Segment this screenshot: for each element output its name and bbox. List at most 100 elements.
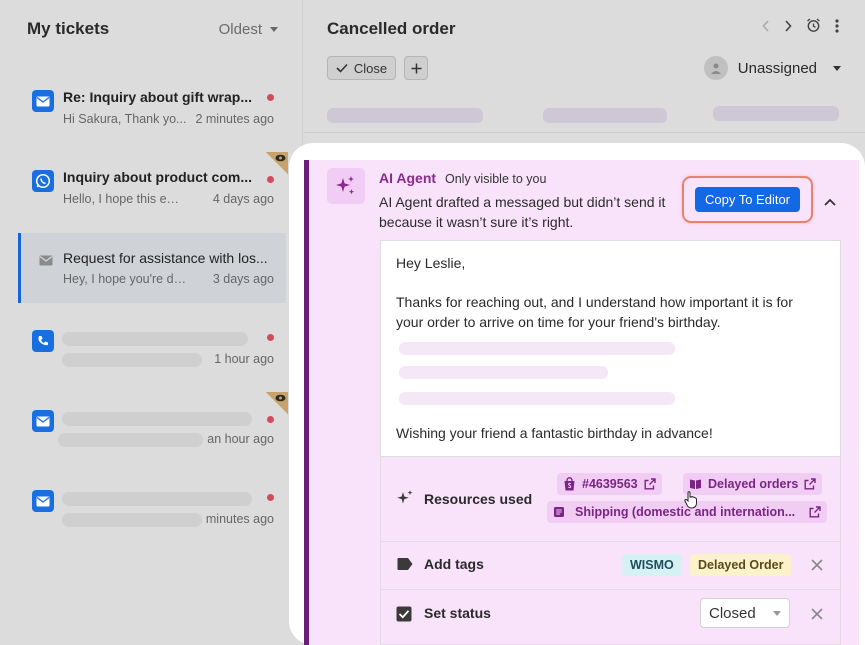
snooze-clock-icon[interactable]: [806, 18, 821, 38]
copy-to-editor-highlight: Copy To Editor: [682, 176, 813, 223]
resources-label: Resources used: [424, 491, 533, 507]
chevron-right-icon[interactable]: [784, 19, 792, 37]
ticket-time: minutes ago: [205, 512, 274, 526]
ticket-subject: Request for assistance with los...: [63, 250, 268, 266]
ticket-time: 2 minutes ago: [195, 112, 274, 126]
sparkle-icon: [396, 489, 414, 512]
external-link-icon: [644, 478, 656, 490]
unread-dot: [267, 416, 274, 423]
ai-actions-panel: Resources used #4639563 Delayed orders S…: [380, 456, 841, 645]
email-icon: [35, 249, 57, 271]
chevron-down-icon: [773, 610, 781, 616]
placeholder-line: [399, 392, 675, 405]
resources-row: Resources used #4639563 Delayed orders S…: [381, 457, 840, 541]
ticket-item[interactable]: Re: Inquiry about gift wrap... Hi Sakura…: [20, 80, 288, 152]
placeholder-bar: [543, 108, 667, 123]
phone-icon: [32, 330, 54, 352]
tag-icon: [396, 557, 414, 576]
tags-label: Add tags: [424, 556, 484, 572]
ticket-subject: Inquiry about product com...: [63, 169, 252, 185]
chevron-down-icon: [270, 26, 278, 32]
placeholder-preview: [62, 513, 202, 527]
ai-agent-panel: AI Agent Only visible to you AI Agent dr…: [304, 160, 859, 645]
ticket-sidebar: My tickets Oldest Re: Inquiry about gift…: [0, 0, 303, 645]
eye-icon: [266, 392, 288, 414]
external-link-icon: [809, 506, 821, 518]
ticket-item[interactable]: Inquiry about product com... Hello, I ho…: [20, 152, 288, 232]
ticket-time: 4 days ago: [212, 192, 274, 206]
draft-body: Thanks for reaching out, and I understan…: [396, 294, 793, 330]
status-label: Set status: [424, 605, 491, 621]
book-icon: [690, 479, 701, 489]
plus-icon: [411, 63, 421, 73]
placeholder-line: [399, 366, 608, 379]
ticket-preview: Hey, I hope you're doin...: [63, 272, 187, 286]
sort-label: Oldest: [218, 20, 262, 38]
draft-message: Hey Leslie, Thanks for reaching out, and…: [380, 240, 841, 456]
draft-greeting: Hey Leslie,: [396, 255, 466, 271]
unread-dot: [267, 94, 274, 101]
placeholder-bar: [713, 106, 839, 121]
close-icon[interactable]: [811, 558, 823, 576]
placeholder-subject: [62, 332, 248, 346]
ticket-item-active[interactable]: Request for assistance with los... Hey, …: [18, 233, 286, 303]
status-select[interactable]: Closed: [700, 598, 790, 628]
assignee-dropdown[interactable]: Unassigned: [703, 56, 841, 80]
visibility-note: Only visible to you: [445, 172, 547, 186]
ticket-item[interactable]: 1 hour ago: [20, 320, 288, 392]
checkbox-icon: [396, 606, 412, 627]
unread-dot: [267, 176, 274, 183]
ticket-time: an hour ago: [207, 432, 274, 446]
divider: [304, 132, 865, 133]
ticket-title: Cancelled order: [327, 19, 456, 38]
email-icon: [32, 490, 54, 512]
placeholder-subject: [62, 412, 252, 426]
ai-agent-card: AI Agent Only visible to you AI Agent dr…: [289, 143, 865, 645]
ticket-item[interactable]: an hour ago: [20, 392, 288, 472]
status-row: Set status Closed: [381, 590, 840, 644]
chevron-left-icon[interactable]: [762, 19, 770, 37]
shopify-bag-icon: [564, 477, 575, 491]
copy-to-editor-button[interactable]: Copy To Editor: [695, 187, 800, 212]
ai-avatar: [327, 168, 365, 204]
ticket-subject: Re: Inquiry about gift wrap...: [63, 89, 252, 105]
chevron-down-icon: [833, 65, 841, 71]
hand-cursor-icon: [684, 491, 698, 514]
check-icon: [336, 63, 348, 73]
placeholder-line: [399, 342, 675, 355]
avatar: [703, 56, 728, 80]
sidebar-header: My tickets Oldest: [27, 19, 278, 39]
ticket-time: 3 days ago: [212, 272, 274, 286]
placeholder-bar: [327, 108, 483, 123]
draft-closing: Wishing your friend a fantastic birthday…: [396, 425, 713, 441]
ai-agent-message: AI Agent drafted a messaged but didn’t s…: [379, 194, 666, 230]
document-icon: [554, 507, 564, 517]
header-actions: [762, 18, 839, 38]
add-button[interactable]: [404, 56, 428, 80]
whatsapp-icon: [32, 170, 54, 192]
resource-chip-order[interactable]: #4639563: [557, 473, 662, 495]
ticket-item[interactable]: minutes ago: [20, 480, 288, 552]
placeholder-preview: [58, 433, 203, 447]
sidebar-title: My tickets: [27, 19, 110, 38]
tag-delayed-order[interactable]: Delayed Order: [690, 554, 792, 576]
status-value: Closed: [709, 604, 756, 622]
chevron-up-icon[interactable]: [824, 193, 836, 211]
external-link-icon: [804, 478, 817, 490]
tags-row: Add tags WISMO Delayed Order: [381, 542, 840, 589]
ticket-preview: Hi Sakura, Thank yo...: [63, 112, 187, 126]
sort-dropdown[interactable]: Oldest: [219, 21, 278, 38]
close-ticket-button[interactable]: Close: [327, 56, 396, 80]
unread-dot: [267, 334, 274, 341]
placeholder-preview: [62, 353, 202, 367]
sparkle-icon: [336, 176, 355, 195]
resource-chip-article[interactable]: Delayed orders: [683, 473, 823, 495]
ai-agent-name: AI Agent: [379, 170, 437, 186]
eye-icon: [266, 152, 288, 174]
more-vertical-icon[interactable]: [835, 18, 839, 38]
close-icon[interactable]: [811, 607, 823, 625]
ticket-preview: Hello, I hope this email...: [63, 192, 187, 206]
email-icon: [32, 410, 54, 432]
email-icon: [32, 90, 54, 112]
tag-wismo[interactable]: WISMO: [622, 554, 682, 576]
